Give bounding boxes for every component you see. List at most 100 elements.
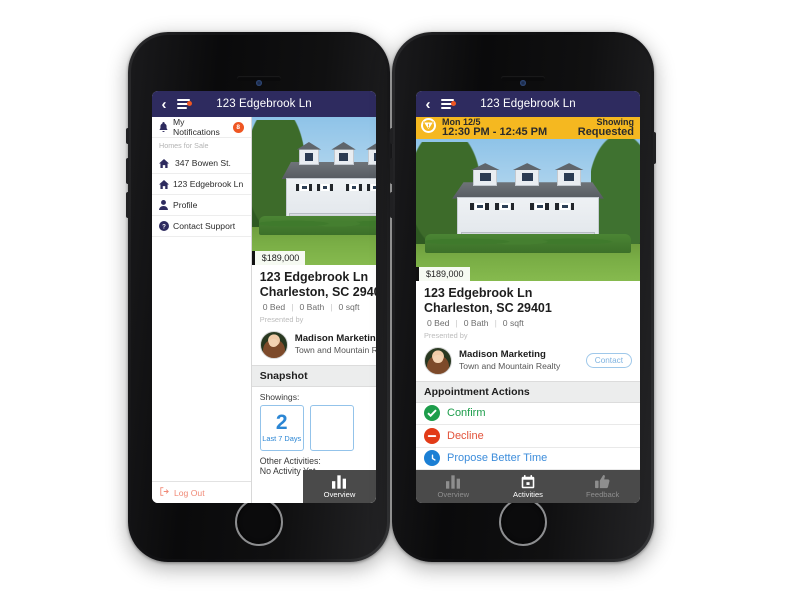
screen-body-left: My Notifications 8 Homes for Sale 347 Bo… — [152, 117, 376, 503]
tab-label: Overview — [323, 489, 356, 499]
avatar — [424, 346, 452, 375]
bar-chart-icon — [332, 474, 347, 489]
sidebar-item-label: Contact Support — [173, 221, 236, 231]
screenshot-stage: ‹ 123 Edgebrook Ln My Notifications 8 Ho… — [0, 0, 800, 600]
house-dormer — [557, 169, 582, 186]
property-photo: $189,000 — [251, 117, 376, 265]
sidebar-item-notifications[interactable]: My Notifications 8 — [152, 117, 251, 138]
photo-hedges — [424, 234, 632, 253]
back-chevron-icon[interactable]: ‹ — [416, 97, 436, 112]
tab-overview[interactable]: Overview — [303, 474, 376, 499]
phone-device-left: ‹ 123 Edgebrook Ln My Notifications 8 Ho… — [126, 32, 392, 562]
action-propose-better-time[interactable]: Propose Better Time — [416, 448, 640, 470]
appointment-actions-header: Appointment Actions — [416, 380, 640, 403]
navigation-drawer: My Notifications 8 Homes for Sale 347 Bo… — [152, 117, 252, 503]
action-label: Confirm — [447, 407, 486, 420]
notification-count-badge: 8 — [232, 121, 244, 133]
baths-value: 0 Bath — [463, 317, 489, 328]
action-confirm[interactable]: Confirm — [416, 403, 640, 425]
property-facts: 0 Bed | 0 Bath | 0 sqft — [260, 302, 368, 312]
tab-label: Activities — [513, 489, 543, 499]
volume-up-left — [126, 158, 129, 184]
listing-panel-left: $189,000 123 Edgebrook Ln Charleston, SC… — [251, 117, 376, 503]
clock-icon — [424, 450, 440, 467]
presented-by-label: Presented by — [424, 330, 468, 340]
property-facts: 0 Bed | 0 Bath | 0 sqft — [424, 318, 632, 328]
house-dormer — [333, 148, 354, 166]
sidebar-item-profile[interactable]: Profile — [152, 195, 251, 216]
facts-separator: | — [330, 301, 333, 312]
bar-chart-icon — [445, 474, 461, 489]
mute-switch-right — [390, 128, 393, 144]
power-button-right — [653, 132, 656, 164]
navbar-right: ‹ 123 Edgebrook Ln — [416, 91, 640, 117]
log-out-button[interactable]: Log Out — [152, 481, 251, 503]
person-icon — [159, 200, 173, 210]
avatar — [259, 330, 288, 359]
address-line-1: 123 Edgebrook Ln — [259, 270, 369, 284]
calendar-icon — [521, 474, 535, 489]
beds-value: 0 Bed — [262, 301, 286, 312]
warning-triangle-icon — [421, 118, 436, 133]
tile-number: 2 — [275, 410, 288, 434]
check-circle-icon — [424, 405, 440, 422]
contact-button[interactable]: Contact — [585, 353, 632, 368]
house-dormer — [298, 148, 319, 166]
sqft-value: 0 sqft — [502, 317, 524, 328]
tab-overview[interactable]: Overview — [416, 474, 491, 499]
snapshot-tile-showings[interactable]: 2 Last 7 Days — [259, 404, 304, 451]
sidebar-item-home-123-edgebrook[interactable]: 123 Edgebrook Ln — [152, 174, 251, 195]
sidebar-item-home-347-bowen[interactable]: 347 Bowen St. — [152, 153, 251, 174]
volume-up-right — [390, 158, 393, 184]
house-dormer — [368, 148, 376, 166]
listing-info: 123 Edgebrook Ln Charleston, SC 29401 0 … — [416, 281, 640, 344]
hamburger-menu-icon[interactable] — [172, 99, 194, 109]
snapshot-tiles: 2 Last 7 Days — [259, 404, 368, 451]
tab-label: Feedback — [586, 489, 620, 499]
agent-name: Madison Marketing — [294, 333, 376, 345]
listing-info: 123 Edgebrook Ln Charleston, SC 29401 0 … — [252, 265, 376, 328]
screen-body-right: Mon 12/5 12:30 PM - 12:45 PM Showing Req… — [416, 117, 640, 503]
phone-device-right: ‹ 123 Edgebrook Ln Mon 12/5 12:30 PM - 1… — [390, 32, 656, 562]
phone-screen-left: ‹ 123 Edgebrook Ln My Notifications 8 Ho… — [152, 91, 376, 503]
action-label: Decline — [447, 429, 484, 442]
appointment-banner-content: Mon 12/5 12:30 PM - 12:45 PM Showing Req… — [416, 117, 640, 139]
home-icon — [159, 179, 173, 189]
action-decline[interactable]: Decline — [416, 425, 640, 448]
appointment-status: Showing Requested — [577, 117, 634, 138]
appointment-datetime: Mon 12/5 12:30 PM - 12:45 PM — [442, 117, 548, 138]
appointment-time: 12:30 PM - 12:45 PM — [442, 125, 548, 138]
presented-by-label: Presented by — [259, 314, 304, 324]
address-line-2: Charleston, SC 29401 — [259, 284, 376, 299]
home-button-right[interactable] — [499, 498, 547, 546]
hamburger-menu-icon[interactable] — [436, 99, 458, 109]
back-chevron-icon[interactable]: ‹ — [152, 97, 172, 112]
question-circle-icon: ? — [159, 221, 173, 231]
menu-notification-dot — [451, 101, 456, 106]
menu-notification-dot — [187, 101, 192, 106]
address-line-1: 123 Edgebrook Ln — [424, 286, 533, 300]
house-dormer — [473, 169, 498, 186]
drawer-section-label: Homes for Sale — [159, 141, 209, 150]
tab-activities[interactable]: Activities — [491, 474, 566, 499]
showings-label: Showings: — [259, 391, 300, 402]
snapshot-tile-secondary[interactable] — [309, 404, 354, 451]
house-dormer — [515, 169, 540, 186]
home-button-left[interactable] — [235, 498, 283, 546]
tabbar-right: Overview Activities Feedback — [416, 470, 640, 503]
home-icon — [159, 158, 173, 168]
front-camera-left — [256, 80, 262, 86]
baths-value: 0 Bath — [299, 301, 325, 312]
snapshot-section-header: Snapshot — [251, 364, 376, 387]
appointment-status-line2: Requested — [577, 125, 634, 138]
price-tag: $189,000 — [251, 251, 306, 265]
sidebar-item-contact-support[interactable]: ? Contact Support — [152, 216, 251, 237]
sidebar-item-label: 347 Bowen St. — [175, 158, 231, 168]
app-screen-right: ‹ 123 Edgebrook Ln Mon 12/5 12:30 PM - 1… — [416, 91, 640, 503]
scroll-area[interactable]: Mon 12/5 12:30 PM - 12:45 PM Showing Req… — [416, 117, 640, 470]
tab-label: Overview — [437, 489, 470, 499]
appointment-banner[interactable]: Mon 12/5 12:30 PM - 12:45 PM Showing Req… — [416, 117, 640, 139]
tab-feedback[interactable]: Feedback — [565, 474, 640, 499]
facts-separator: | — [494, 317, 497, 328]
agent-company: Town and Mountain Realty — [459, 361, 561, 372]
